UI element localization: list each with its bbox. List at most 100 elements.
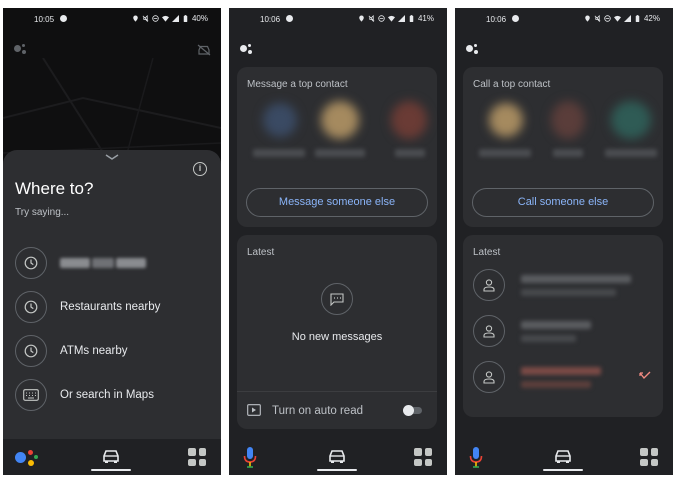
dnd-icon xyxy=(152,15,159,22)
phone-screen-calls: 10:06 42% Call a top contact Call someon… xyxy=(455,8,673,475)
suggestion-recent-destination[interactable] xyxy=(15,246,215,280)
call-someone-else-button[interactable]: Call someone else xyxy=(472,188,654,217)
blurred-contact-name xyxy=(521,367,601,375)
suggestion-label: ATMs nearby xyxy=(60,345,128,357)
assistant-logo-icon xyxy=(14,42,34,58)
blurred-call-detail xyxy=(521,335,576,342)
person-icon xyxy=(473,361,505,393)
contact-name xyxy=(553,149,583,157)
chevron-down-icon[interactable] xyxy=(105,154,119,160)
contact-avatar[interactable] xyxy=(391,101,427,139)
auto-read-toggle[interactable] xyxy=(403,405,422,416)
bottom-nav-bar xyxy=(229,439,447,475)
status-bar: 10:06 41% xyxy=(229,8,447,30)
suggestion-restaurants-nearby[interactable]: Restaurants nearby xyxy=(15,290,215,324)
battery-percent: 41% xyxy=(417,14,434,23)
notification-icon xyxy=(512,15,519,22)
bottom-nav-bar xyxy=(455,439,673,475)
card-title: Message a top contact xyxy=(247,79,348,90)
signal-icon xyxy=(171,15,179,22)
missed-call-icon xyxy=(639,371,651,380)
bottom-nav-bar xyxy=(3,439,221,475)
suggestion-label: Or search in Maps xyxy=(60,389,154,401)
status-time: 10:06 xyxy=(486,15,507,24)
dnd-icon xyxy=(604,15,611,22)
car-icon[interactable] xyxy=(327,448,347,464)
contact-name xyxy=(605,149,657,157)
wifi-icon xyxy=(613,15,621,22)
signal-icon xyxy=(623,15,631,22)
notification-icon xyxy=(286,15,293,22)
notification-icon xyxy=(60,15,67,22)
status-time: 10:05 xyxy=(34,15,55,24)
apps-grid-icon[interactable] xyxy=(414,448,432,466)
card-title: Call a top contact xyxy=(473,79,551,90)
car-icon[interactable] xyxy=(553,448,573,464)
battery-icon xyxy=(409,15,414,22)
blurred-destination-text xyxy=(60,258,146,268)
car-mode-off-icon[interactable] xyxy=(197,44,211,56)
clock-icon xyxy=(15,291,47,323)
battery-icon xyxy=(635,15,640,22)
auto-read-row[interactable]: Turn on auto read xyxy=(237,391,437,429)
blurred-contact-name xyxy=(521,321,591,329)
mute-icon xyxy=(594,15,601,22)
clock-icon xyxy=(15,335,47,367)
contact-name xyxy=(479,149,531,157)
wifi-icon xyxy=(161,15,169,22)
contact-avatar[interactable] xyxy=(321,101,359,139)
where-to-sheet: i Where to? Try saying... Restaurants ne… xyxy=(3,150,221,440)
suggestion-search-in-maps[interactable]: Or search in Maps xyxy=(15,378,215,412)
microphone-icon[interactable] xyxy=(469,447,483,469)
location-icon xyxy=(585,15,590,22)
phone-screen-navigation: 10:05 40% i Where to? Try saying... Rest… xyxy=(3,8,221,475)
auto-read-icon xyxy=(247,404,261,416)
top-contacts-card: Call a top contact Call someone else xyxy=(463,67,663,227)
contact-avatar[interactable] xyxy=(489,103,523,137)
person-icon xyxy=(473,315,505,347)
nav-active-indicator xyxy=(317,469,357,471)
contact-avatar[interactable] xyxy=(611,101,651,139)
location-icon xyxy=(133,15,138,22)
microphone-icon[interactable] xyxy=(243,447,257,469)
suggestion-atms-nearby[interactable]: ATMs nearby xyxy=(15,334,215,368)
sheet-subtitle: Try saying... xyxy=(15,207,70,218)
clock-icon xyxy=(15,247,47,279)
dnd-icon xyxy=(378,15,385,22)
apps-grid-icon[interactable] xyxy=(188,448,206,466)
call-log-row[interactable] xyxy=(473,359,653,395)
assistant-logo-icon xyxy=(240,42,260,58)
map-background xyxy=(3,8,221,168)
apps-grid-icon[interactable] xyxy=(640,448,658,466)
contact-avatar[interactable] xyxy=(263,103,297,137)
person-icon xyxy=(473,269,505,301)
battery-percent: 42% xyxy=(643,14,660,23)
wifi-icon xyxy=(387,15,395,22)
auto-read-label: Turn on auto read xyxy=(272,405,363,417)
phone-screen-messages: 10:06 41% Message a top contact Message … xyxy=(229,8,447,475)
blurred-contact-name xyxy=(521,275,631,283)
latest-messages-card: Latest No new messages xyxy=(237,235,437,391)
contact-name xyxy=(395,149,425,157)
location-icon xyxy=(359,15,364,22)
message-someone-else-button[interactable]: Message someone else xyxy=(246,188,428,217)
contact-avatar[interactable] xyxy=(551,101,585,139)
top-contacts-list xyxy=(245,97,431,167)
call-log-row[interactable] xyxy=(473,313,653,349)
suggestion-label: Restaurants nearby xyxy=(60,301,161,313)
call-log-row[interactable] xyxy=(473,267,653,303)
battery-percent: 40% xyxy=(191,14,208,23)
contact-name xyxy=(253,149,305,157)
battery-icon xyxy=(183,15,188,22)
mute-icon xyxy=(368,15,375,22)
nav-active-indicator xyxy=(543,469,583,471)
sheet-title: Where to? xyxy=(15,179,94,198)
car-icon[interactable] xyxy=(101,448,121,464)
status-bar: 10:06 42% xyxy=(455,8,673,30)
mute-icon xyxy=(142,15,149,22)
card-title: Latest xyxy=(247,247,275,258)
nav-active-indicator xyxy=(91,469,131,471)
info-icon[interactable]: i xyxy=(193,162,207,176)
assistant-icon[interactable] xyxy=(15,448,39,468)
top-contacts-list xyxy=(471,97,657,167)
